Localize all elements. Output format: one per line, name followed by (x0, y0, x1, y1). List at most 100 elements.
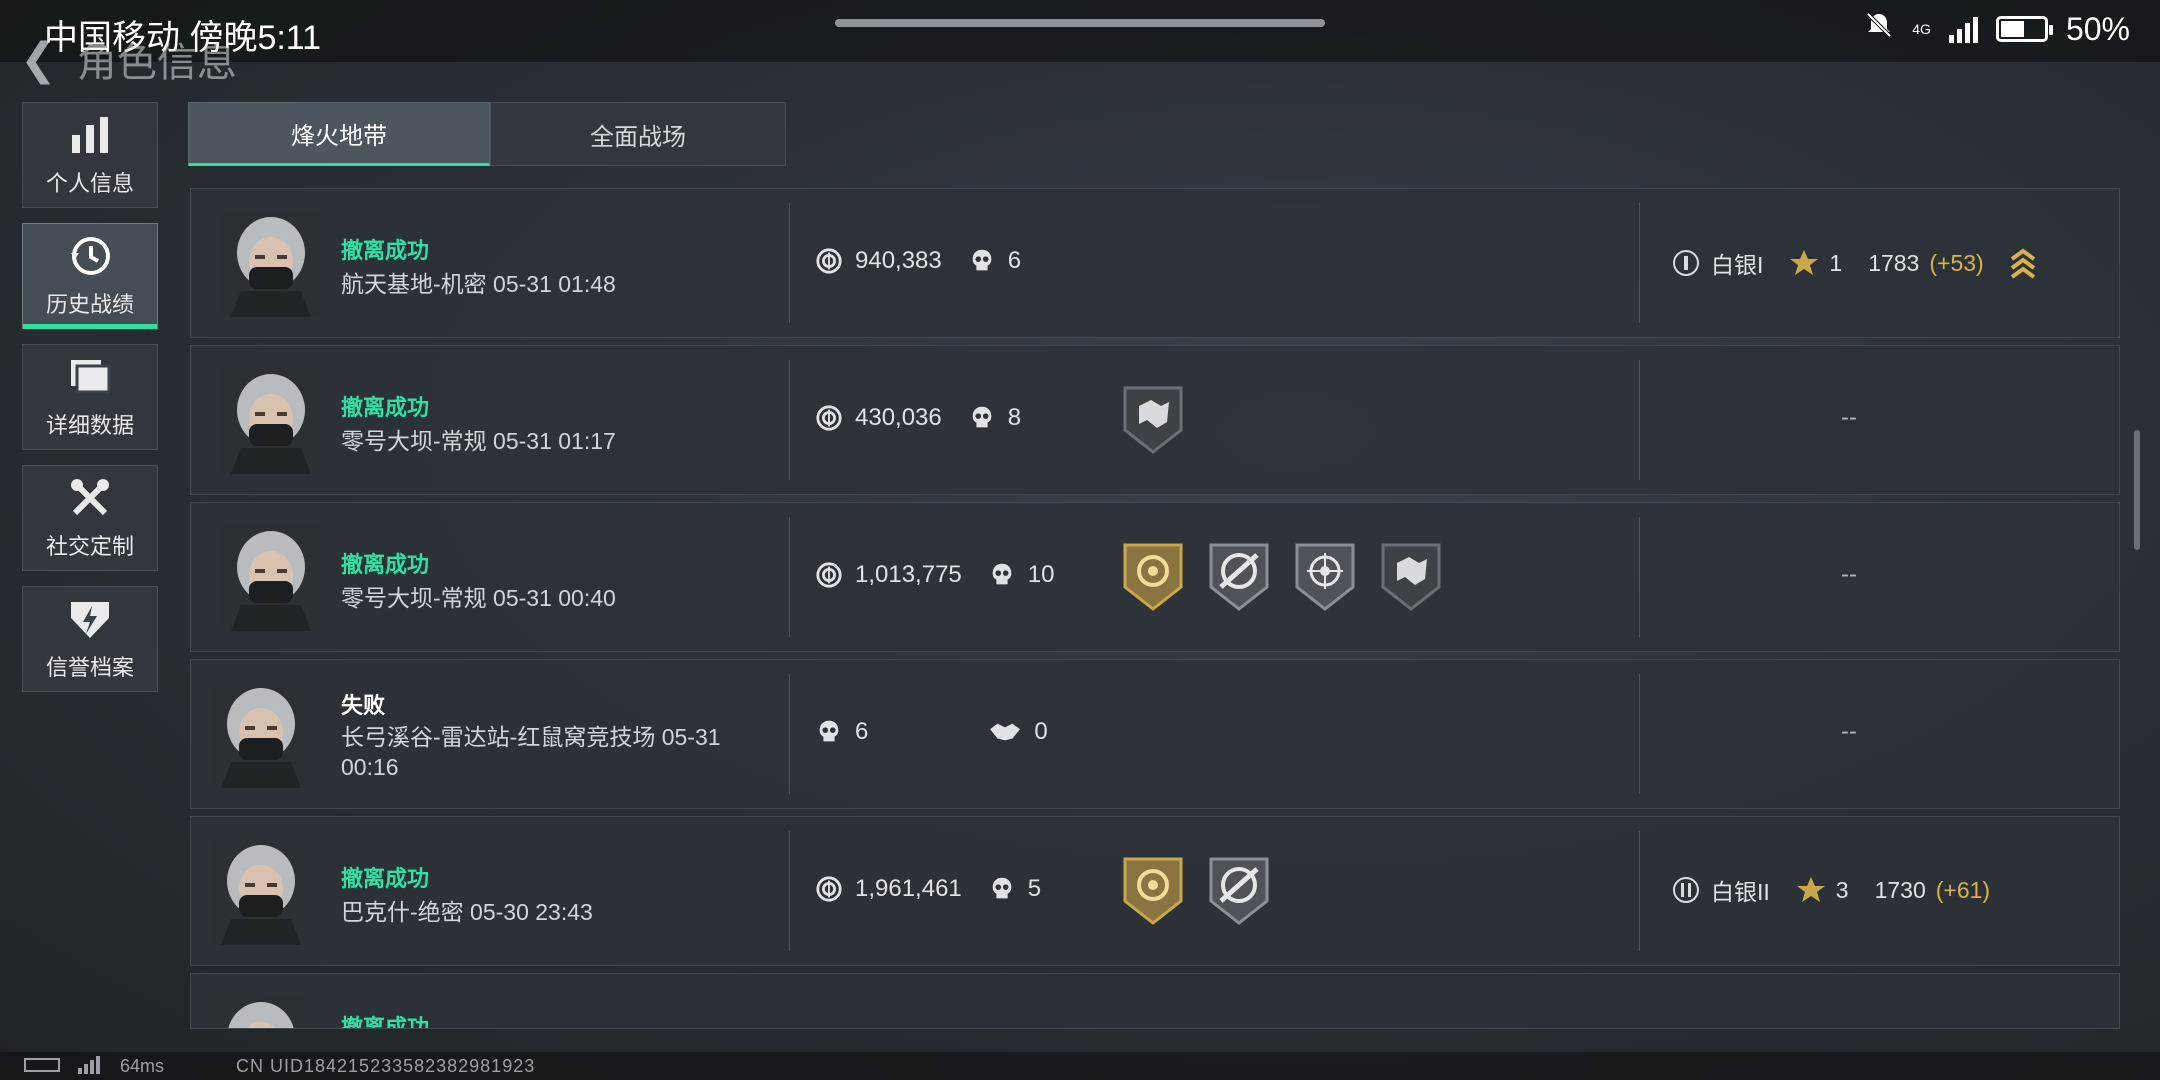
kills-stat: 8 (968, 404, 1021, 432)
rank-delta: (+53) (1929, 249, 1984, 276)
value-amount: 1,013,775 (855, 561, 962, 588)
avatar (221, 525, 321, 631)
mode-tabs: 烽火地带 全面战场 (188, 102, 786, 166)
divider (789, 674, 790, 794)
match-stats: 940,383 6 (815, 247, 1047, 275)
kills-count: 6 (1007, 247, 1022, 274)
folder-icon (67, 354, 113, 400)
match-map-time: 航天基地-机密 05-31 01:48 (341, 271, 616, 297)
wifi-signal-icon (78, 1056, 100, 1074)
tab-fenghuo[interactable]: 烽火地带 (188, 102, 490, 166)
match-map-time: 零号大坝-常规 05-31 00:40 (341, 585, 616, 611)
match-result: 撤离成功 (341, 238, 430, 263)
match-stats: 1,013,775 10 (815, 561, 1080, 589)
rank-info: 白银I 1 1783 (+53) (1671, 245, 2038, 281)
value-amount: 430,036 (855, 404, 942, 431)
user-uid: CN UID1842152335823829819​23 (236, 1056, 536, 1076)
back-arrow-icon[interactable]: ❮ (20, 34, 57, 85)
skull-icon (968, 247, 996, 275)
rank-up-chevrons-icon (2008, 245, 2038, 281)
dark-shield-badge-icon[interactable] (1379, 539, 1443, 613)
rank-empty: -- (1841, 404, 1857, 431)
star-icon (1789, 248, 1819, 278)
dark-shield-badge-icon[interactable] (1121, 382, 1185, 456)
match-map-time: 长弓溪谷-雷达站-红鼠窝竞技场 05-31 00:16 (341, 724, 721, 780)
mute-bell-icon (1864, 10, 1894, 48)
handshake-icon (988, 718, 1022, 746)
assists-count: 0 (1034, 718, 1048, 745)
kills-count: 8 (1007, 404, 1022, 431)
list-scrollbar[interactable] (2134, 430, 2140, 550)
status-bar: 中国移动 傍晚5:11 4G 50% (0, 0, 2160, 62)
coin-icon (815, 404, 843, 432)
sidebar-item-history[interactable]: 历史战绩 (22, 223, 158, 329)
avatar (221, 368, 321, 474)
match-result: 失败 (341, 693, 386, 718)
ping-value: 64ms (120, 1056, 165, 1076)
crosshair-badge-icon[interactable] (1207, 539, 1271, 613)
match-stats: 430,036 8 (815, 404, 1047, 432)
rank-tier: 白银I (1711, 252, 1764, 278)
coin-icon (815, 875, 843, 903)
signal-icon (1948, 15, 1978, 43)
avatar (211, 839, 311, 945)
page-title: 角色信息 (76, 41, 237, 85)
sidebar-item-label: 社交定制 (45, 534, 134, 559)
battery-percent: 50% (2065, 10, 2130, 47)
bar-chart-icon (67, 112, 113, 158)
gold-shield-badge-icon[interactable] (1121, 539, 1185, 613)
status-icons: 4G 50% (1864, 10, 2130, 48)
rank-delta: (+61) (1935, 876, 1991, 903)
assists-stat: 0 (988, 718, 1048, 746)
value-stat: 1,961,461 (815, 875, 962, 903)
skull-icon (988, 561, 1016, 589)
rank-tier: 白银II (1711, 879, 1770, 905)
divider (789, 831, 790, 951)
divider (789, 203, 790, 323)
network-type: 4G (1912, 21, 1931, 37)
rank-stars: 3 (1835, 876, 1849, 903)
sidebar-item-profile[interactable]: 个人信息 (22, 102, 158, 208)
match-row[interactable]: 撤离成功 航天基地-机密 05-31 01:48 940,383 6 白银I 1… (190, 188, 2120, 338)
avatar (211, 996, 311, 1029)
notch-pill (835, 19, 1325, 27)
tier-icon (1671, 875, 1701, 905)
rank-empty: -- (1841, 718, 1857, 745)
rank-stars: 1 (1829, 249, 1843, 276)
tab-quanmian[interactable]: 全面战场 (490, 102, 786, 166)
kills-stat: 6 (968, 247, 1021, 275)
sidebar-item-details[interactable]: 详细数据 (22, 344, 158, 450)
sidebar-item-social[interactable]: 社交定制 (22, 465, 158, 571)
match-map-time: 巴克什-绝密 05-30 23:43 (341, 899, 593, 925)
crosshair-badge-icon[interactable] (1207, 853, 1271, 927)
kills-stat: 5 (988, 875, 1041, 903)
match-row[interactable]: 失败 长弓溪谷-雷达站-红鼠窝竞技场 05-31 00:16 6 0 -- (190, 659, 2120, 809)
kills-count: 10 (1027, 561, 1055, 588)
badge-list (1121, 539, 1443, 613)
match-result: 撤离成功 (341, 1015, 430, 1029)
shield-bolt-icon (67, 596, 113, 642)
sidebar-item-label: 历史战绩 (45, 292, 134, 317)
coin-icon (815, 247, 843, 275)
divider (1639, 360, 1640, 480)
match-history-list: 撤离成功 航天基地-机密 05-31 01:48 940,383 6 白银I 1… (190, 188, 2120, 1036)
tools-icon (67, 475, 113, 521)
gold-shield-badge-icon[interactable] (1121, 853, 1185, 927)
kills-count: 6 (855, 718, 869, 745)
divider (789, 360, 790, 480)
match-row[interactable]: 撤离成功 零号大坝-常规 05-31 00:40 1,013,775 10 -- (190, 502, 2120, 652)
tier-icon (1671, 248, 1701, 278)
target-badge-icon[interactable] (1293, 539, 1357, 613)
rank-score: 1730 (1874, 876, 1926, 903)
sidebar-item-label: 详细数据 (45, 413, 134, 438)
divider (1639, 517, 1640, 637)
sidebar-item-reputation[interactable]: 信誉档案 (22, 586, 158, 692)
match-row[interactable]: 撤离成功 零号大坝-常规 05-31 01:17 430,036 8 -- (190, 345, 2120, 495)
match-row[interactable]: 撤离成功 (190, 973, 2120, 1029)
kills-stat: 6 (815, 718, 868, 746)
bottom-info-bar: 64ms CN UID1842152335823829819​23 (0, 1052, 2160, 1080)
match-result: 撤离成功 (341, 395, 430, 420)
value-stat: 940,383 (815, 247, 942, 275)
match-row[interactable]: 撤离成功 巴克什-绝密 05-30 23:43 1,961,461 5 白银II… (190, 816, 2120, 966)
sidebar: 个人信息 历史战绩 详细数据 社交定制 信誉档案 (22, 102, 160, 707)
